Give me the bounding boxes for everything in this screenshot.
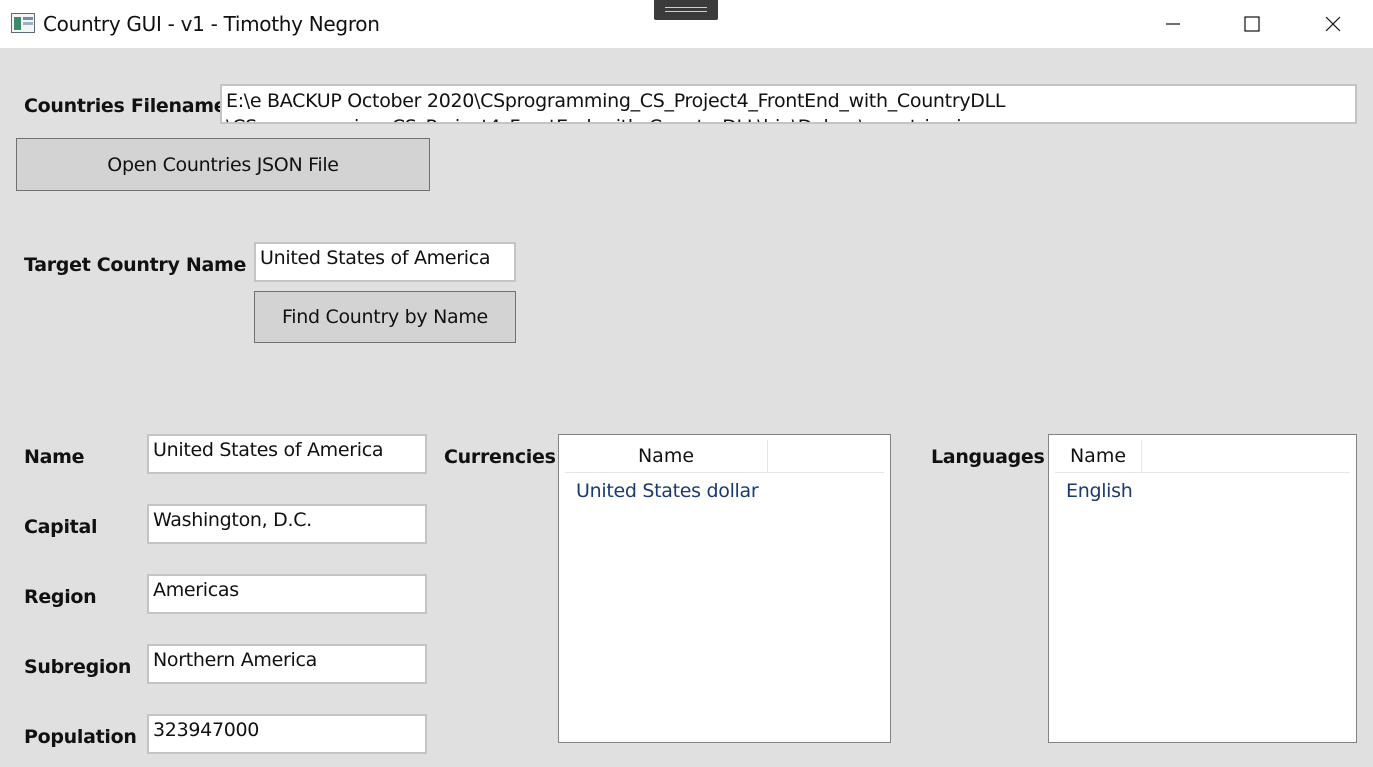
find-country-by-name-button[interactable]: Find Country by Name	[254, 291, 516, 343]
app-window-icon	[11, 13, 35, 33]
languages-filler-column-header	[1142, 440, 1350, 472]
capital-field[interactable]: Washington, D.C.	[147, 504, 427, 544]
currencies-label: Currencies	[444, 446, 556, 468]
currencies-list[interactable]: Name United States dollar	[558, 434, 891, 743]
countries-filename-field[interactable]: E:\e BACKUP October 2020\CSprogramming_C…	[220, 84, 1357, 124]
language-list-item[interactable]: English	[1066, 480, 1133, 502]
subregion-label: Subregion	[24, 656, 132, 678]
languages-list-header: Name	[1055, 440, 1350, 473]
languages-name-column-header[interactable]: Name	[1055, 440, 1142, 472]
maximize-icon	[1244, 16, 1260, 32]
name-field[interactable]: United States of America	[147, 434, 427, 474]
target-country-name-input[interactable]: United States of America	[254, 242, 516, 282]
countries-filename-label: Countries Filename	[24, 95, 227, 117]
region-field[interactable]: Americas	[147, 574, 427, 614]
name-label: Name	[24, 446, 85, 468]
window-title: Country GUI - v1 - Timothy Negron	[43, 12, 380, 36]
title-bar[interactable]: Country GUI - v1 - Timothy Negron	[0, 0, 1373, 48]
subregion-field[interactable]: Northern America	[147, 644, 427, 684]
currencies-list-header: Name	[565, 440, 884, 473]
maximize-button[interactable]	[1229, 0, 1275, 48]
close-button[interactable]	[1310, 0, 1356, 48]
open-countries-json-button[interactable]: Open Countries JSON File	[16, 138, 430, 191]
population-label: Population	[24, 726, 137, 748]
population-field[interactable]: 323947000	[147, 714, 427, 754]
currencies-filler-column-header	[768, 440, 884, 472]
capital-label: Capital	[24, 516, 98, 538]
close-icon	[1325, 16, 1341, 32]
languages-label: Languages	[931, 446, 1045, 468]
currency-list-item[interactable]: United States dollar	[576, 480, 759, 502]
region-label: Region	[24, 586, 97, 608]
languages-list[interactable]: Name English	[1048, 434, 1357, 743]
drag-handle[interactable]	[654, 0, 718, 20]
minimize-button[interactable]	[1150, 0, 1196, 48]
minimize-icon	[1166, 23, 1180, 25]
target-country-name-label: Target Country Name	[24, 254, 247, 276]
currencies-name-column-header[interactable]: Name	[565, 440, 768, 472]
